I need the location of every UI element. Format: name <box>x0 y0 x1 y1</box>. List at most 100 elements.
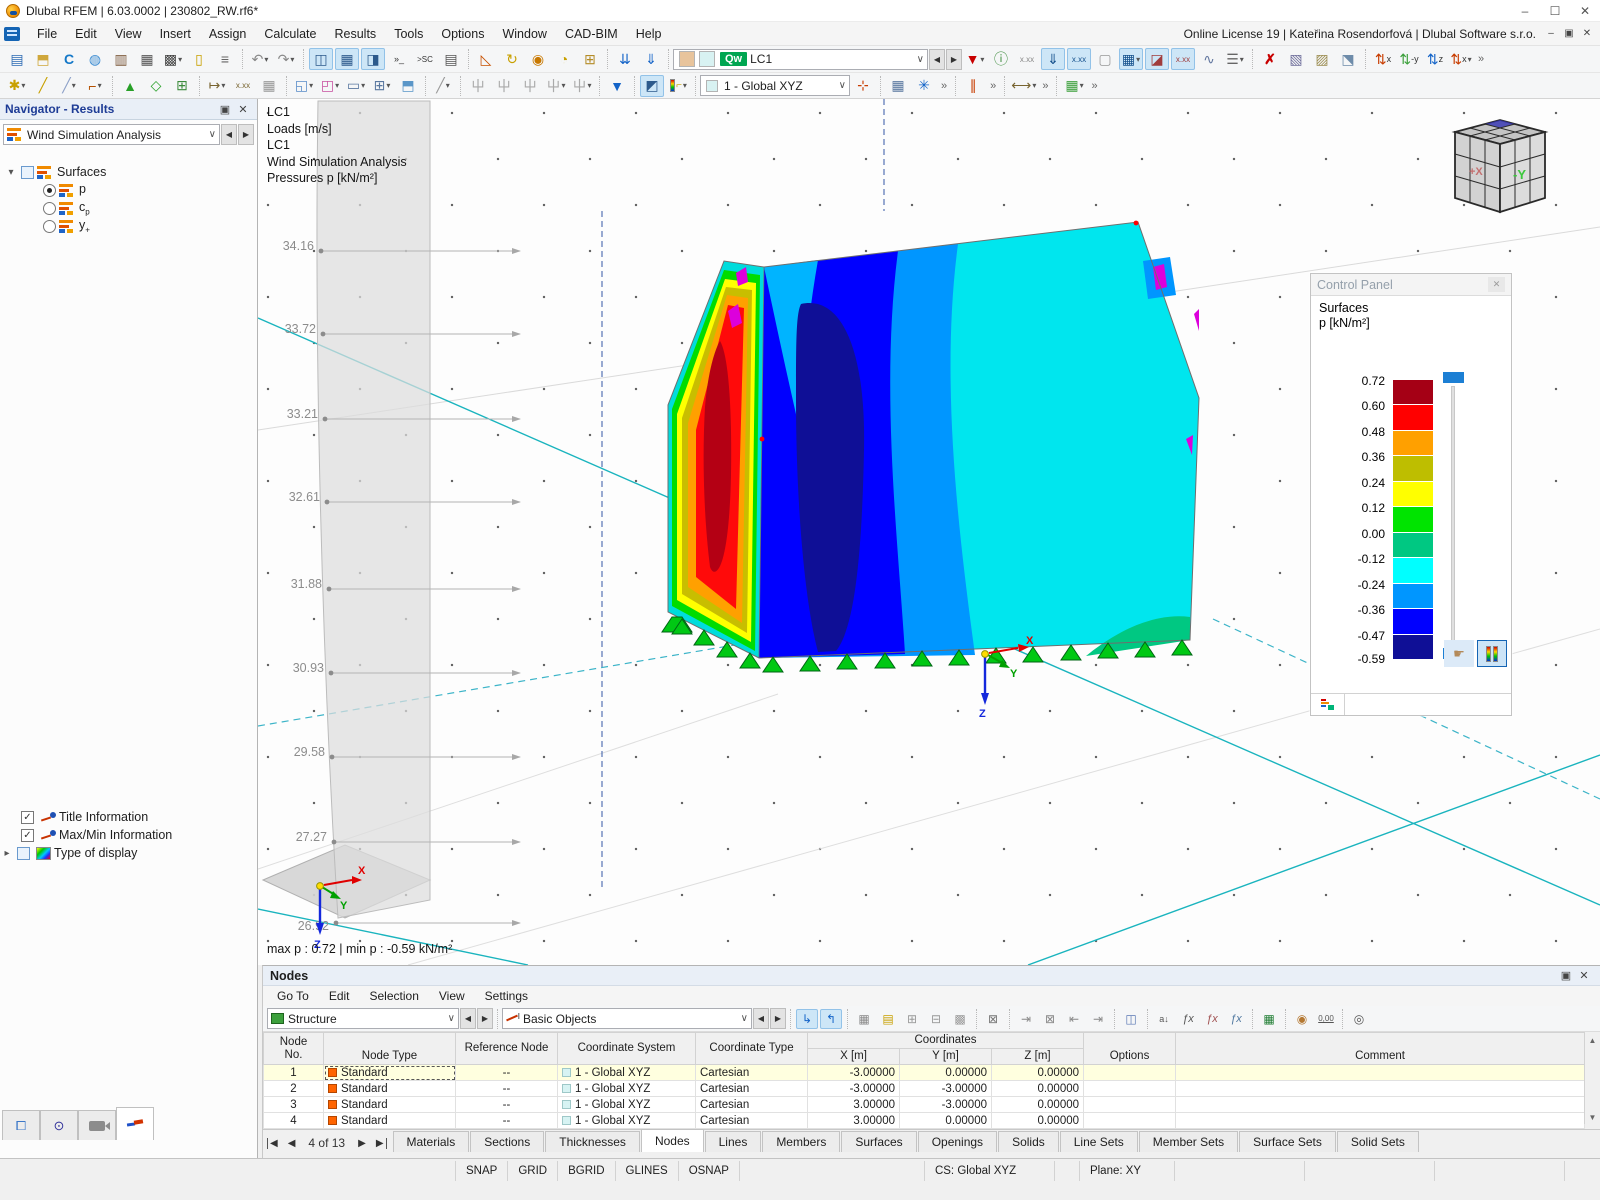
surfaces-checkbox[interactable] <box>21 166 34 179</box>
tab-lines[interactable]: Lines <box>705 1131 762 1152</box>
import-icon[interactable]: ◉ <box>1291 1009 1313 1029</box>
table-group-combo[interactable]: Basic Objects ∨ <box>502 1008 752 1029</box>
cell-coordinate-system[interactable]: 1 - Global XYZ <box>558 1097 696 1113</box>
cell-comment[interactable] <box>1176 1113 1585 1129</box>
sync-selection-icon[interactable]: ↳ <box>796 1009 818 1029</box>
panels-toggle-icon[interactable]: ◨ <box>361 48 385 70</box>
table-vertical-scrollbar[interactable]: ▲▼ <box>1584 1034 1600 1124</box>
mdi-close-button[interactable]: ✕ <box>1578 25 1596 43</box>
tab-sections[interactable]: Sections <box>470 1131 544 1152</box>
cell-node-no[interactable]: 3 <box>264 1097 324 1113</box>
building-gable-face[interactable] <box>668 261 764 658</box>
cell-node-no[interactable]: 1 <box>264 1065 324 1081</box>
control-panel-header[interactable]: Control Panel ✕ <box>1311 274 1511 296</box>
table-view-mode-icon[interactable]: ▦ <box>853 1009 875 1029</box>
clear-results-icon[interactable]: ✗ <box>1258 48 1282 70</box>
formula-info-icon[interactable]: ƒx <box>1225 1009 1247 1029</box>
col-header-node-type[interactable]: Node Type <box>324 1033 456 1065</box>
open-model-icon[interactable]: ⬒ <box>31 48 55 70</box>
cell-reference-node[interactable]: -- <box>456 1065 558 1081</box>
menu-view-table[interactable]: View <box>429 989 475 1003</box>
abc-sort-icon[interactable]: a↓ <box>1153 1009 1175 1029</box>
load-down-icon[interactable]: ⇊ <box>613 48 637 70</box>
menu-options[interactable]: Options <box>432 22 493 46</box>
insert-polyline-icon[interactable]: ⌐▾ <box>83 75 107 97</box>
result-next-button[interactable]: ▶ <box>238 124 254 145</box>
result-tool-1-icon[interactable]: ◺ <box>474 48 498 70</box>
dimension-xx-icon[interactable]: x.xx <box>231 75 255 97</box>
first-table-button[interactable]: ◀ <box>267 1138 283 1149</box>
printout-report-icon[interactable]: ≡ <box>213 48 237 70</box>
menu-selection[interactable]: Selection <box>360 989 429 1003</box>
mdi-restore-button[interactable]: ▣ <box>1560 25 1578 43</box>
cell-z[interactable]: 0.00000 <box>992 1097 1084 1113</box>
cell-reference-node[interactable]: -- <box>456 1081 558 1097</box>
cell-options[interactable] <box>1084 1065 1176 1081</box>
mesh-refinement-icon[interactable]: ⊞ <box>170 75 194 97</box>
combo-arrow-icon[interactable]: ∨ <box>911 54 924 65</box>
col-header-comment[interactable]: Comment <box>1176 1033 1585 1065</box>
save-icon[interactable]: ▦ <box>135 48 159 70</box>
category-next-button[interactable]: ▶ <box>477 1008 493 1029</box>
cell-y[interactable]: -3.00000 <box>900 1081 992 1097</box>
units-icon[interactable]: 0,00 <box>1315 1009 1337 1029</box>
viewport-3d[interactable]: 34.16 33.72 33.21 32.61 31.88 30.93 29.5… <box>258 99 1600 965</box>
cell-coordinate-type[interactable]: Cartesian <box>696 1065 808 1081</box>
cell-node-type[interactable]: Standard <box>324 1113 456 1129</box>
menu-tools[interactable]: Tools <box>385 22 432 46</box>
last-table-button[interactable]: ▶ <box>371 1138 387 1149</box>
grid-toggle[interactable]: GRID <box>508 1161 558 1181</box>
tab-solid-sets[interactable]: Solid Sets <box>1337 1131 1419 1152</box>
table-delete-icon[interactable]: ⊠ <box>982 1009 1004 1029</box>
col-header-x[interactable]: X [m] <box>808 1049 900 1065</box>
undo-icon[interactable]: ↶▾ <box>248 48 272 70</box>
tab-surfaces[interactable]: Surfaces <box>841 1131 916 1152</box>
console-icon[interactable]: »_ <box>387 48 411 70</box>
table-remove-icon[interactable]: ⊟ <box>925 1009 947 1029</box>
control-panel-tab-results[interactable] <box>1311 694 1345 715</box>
nodes-panel-close-icon[interactable]: ✕ <box>1575 969 1593 982</box>
values-format-icon[interactable]: x.xx <box>1015 48 1039 70</box>
navigator-close-icon[interactable]: ✕ <box>234 103 252 116</box>
table-edit-mode-icon[interactable]: ▤ <box>877 1009 899 1029</box>
load-member-icon[interactable]: 屮 <box>492 75 516 97</box>
control-panel-close-icon[interactable]: ✕ <box>1488 277 1505 292</box>
insert-support-icon[interactable]: ▲ <box>118 75 142 97</box>
result-info-icon[interactable]: ⓘ <box>989 48 1013 70</box>
navigator-tab-data[interactable]: ⧠ <box>2 1110 40 1140</box>
new-model-icon[interactable]: ▤ <box>5 48 29 70</box>
display-properties-icon[interactable]: ◩ <box>640 75 664 97</box>
table-add-icon[interactable]: ⊞ <box>901 1009 923 1029</box>
load-free-icon[interactable]: 屮▾ <box>544 75 568 97</box>
col-header-node-no[interactable]: NodeNo. <box>264 1033 324 1065</box>
snap-toggle[interactable]: SNAP <box>455 1161 508 1181</box>
menu-file[interactable]: File <box>28 22 66 46</box>
osnap-toggle[interactable]: OSNAP <box>679 1161 740 1181</box>
toolbar2-overflow-d[interactable]: » <box>1087 80 1101 92</box>
navigator-float-icon[interactable]: ▣ <box>216 103 234 116</box>
tab-thicknesses[interactable]: Thicknesses <box>545 1131 640 1152</box>
menu-view[interactable]: View <box>106 22 151 46</box>
cs-manage-icon[interactable]: ⊹ <box>851 75 875 97</box>
navigator-tab-results[interactable] <box>116 1107 154 1140</box>
tab-line-sets[interactable]: Line Sets <box>1060 1131 1138 1152</box>
row-insert-icon[interactable]: ⇥ <box>1015 1009 1037 1029</box>
next-table-button[interactable]: ▶ <box>353 1138 371 1149</box>
option-title-information[interactable]: ✓ Title Information <box>0 808 257 826</box>
bgrid-toggle[interactable]: BGRID <box>558 1161 615 1181</box>
cube-face-x-label[interactable]: +X <box>1469 166 1483 178</box>
toolbar1-overflow[interactable]: » <box>1474 53 1488 65</box>
insert-opening-icon[interactable]: ▭▾ <box>344 75 368 97</box>
menu-window[interactable]: Window <box>493 22 555 46</box>
move-right-icon[interactable]: ⇥ <box>1087 1009 1109 1029</box>
row-delete-icon[interactable]: ⊠ <box>1039 1009 1061 1029</box>
cell-x[interactable]: -3.00000 <box>808 1065 900 1081</box>
table-settings-icon[interactable]: ▦▾ <box>1062 75 1086 97</box>
move-left-icon[interactable]: ⇤ <box>1063 1009 1085 1029</box>
result-grid-icon[interactable]: ▦▾ <box>1119 48 1143 70</box>
cell-x[interactable]: 3.00000 <box>808 1113 900 1129</box>
result-tool-4-icon[interactable]: ◔ <box>552 48 576 70</box>
cell-comment[interactable] <box>1176 1081 1585 1097</box>
cell-coordinate-type[interactable]: Cartesian <box>696 1081 808 1097</box>
toolbar2-overflow-b[interactable]: » <box>986 80 1000 92</box>
